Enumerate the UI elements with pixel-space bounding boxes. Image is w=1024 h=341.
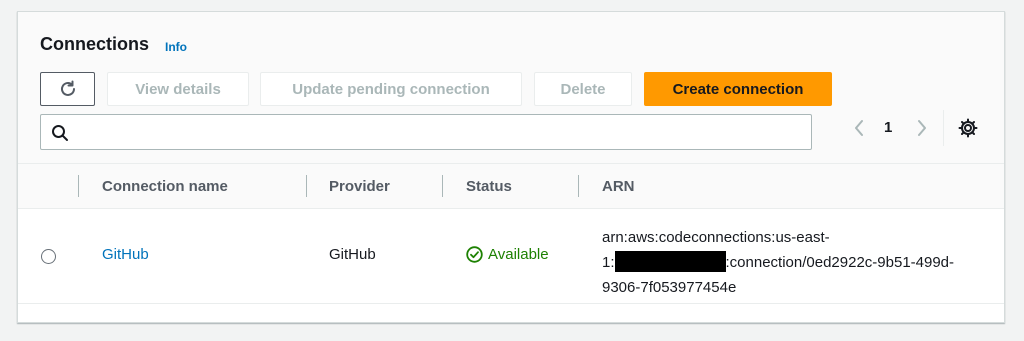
view-details-button[interactable]: View details <box>107 72 249 106</box>
next-page-icon[interactable] <box>914 118 930 138</box>
status-cell: Available <box>466 246 549 263</box>
page-title: Connections <box>40 34 150 54</box>
gear-icon[interactable] <box>958 118 978 138</box>
panel-header: Connections Info View details Update pen… <box>18 12 1004 164</box>
provider-cell: GitHub <box>329 246 376 263</box>
column-divider[interactable] <box>578 175 579 197</box>
create-connection-button[interactable]: Create connection <box>644 72 832 106</box>
update-pending-connection-button[interactable]: Update pending connection <box>260 72 522 106</box>
arn-line-2: 1: :connection/0ed2922c-9b51-499d- <box>602 250 1002 275</box>
arn-line-2-start: 1: <box>602 254 615 271</box>
column-divider[interactable] <box>78 175 79 197</box>
table-header: Connection name Provider Status ARN <box>18 164 1004 209</box>
connection-name-link[interactable]: GitHub <box>102 246 149 263</box>
column-header-provider[interactable]: Provider <box>329 178 390 195</box>
column-divider[interactable] <box>442 175 443 197</box>
redacted-account-id <box>614 251 726 272</box>
refresh-button[interactable] <box>40 72 95 106</box>
search-field[interactable] <box>40 114 812 150</box>
previous-page-icon[interactable] <box>851 118 867 138</box>
arn-line-2-end: :connection/0ed2922c-9b51-499d- <box>725 254 955 271</box>
arn-cell: arn:aws:codeconnections:us-east- 1: :conn… <box>602 225 1002 300</box>
column-header-arn[interactable]: ARN <box>602 178 635 195</box>
delete-button[interactable]: Delete <box>534 72 632 106</box>
check-circle-icon <box>466 246 483 263</box>
search-icon <box>52 125 68 141</box>
refresh-icon <box>60 80 75 96</box>
info-link[interactable]: Info <box>165 40 187 54</box>
arn-line-3: 9306-7f053977454e <box>602 279 737 296</box>
column-header-connection-name[interactable]: Connection name <box>102 178 228 195</box>
row-select-radio[interactable] <box>41 249 56 264</box>
table-row[interactable]: GitHub GitHub Available arn:aws:codeconn… <box>18 209 1004 304</box>
current-page-number[interactable]: 1 <box>884 119 892 136</box>
connections-panel: Connections Info View details Update pen… <box>17 11 1005 323</box>
status-text: Available <box>488 246 549 263</box>
column-header-status[interactable]: Status <box>466 178 512 195</box>
pager-divider <box>943 110 944 146</box>
column-divider[interactable] <box>306 175 307 197</box>
search-input[interactable] <box>75 115 805 149</box>
arn-line-1: arn:aws:codeconnections:us-east- <box>602 229 830 246</box>
